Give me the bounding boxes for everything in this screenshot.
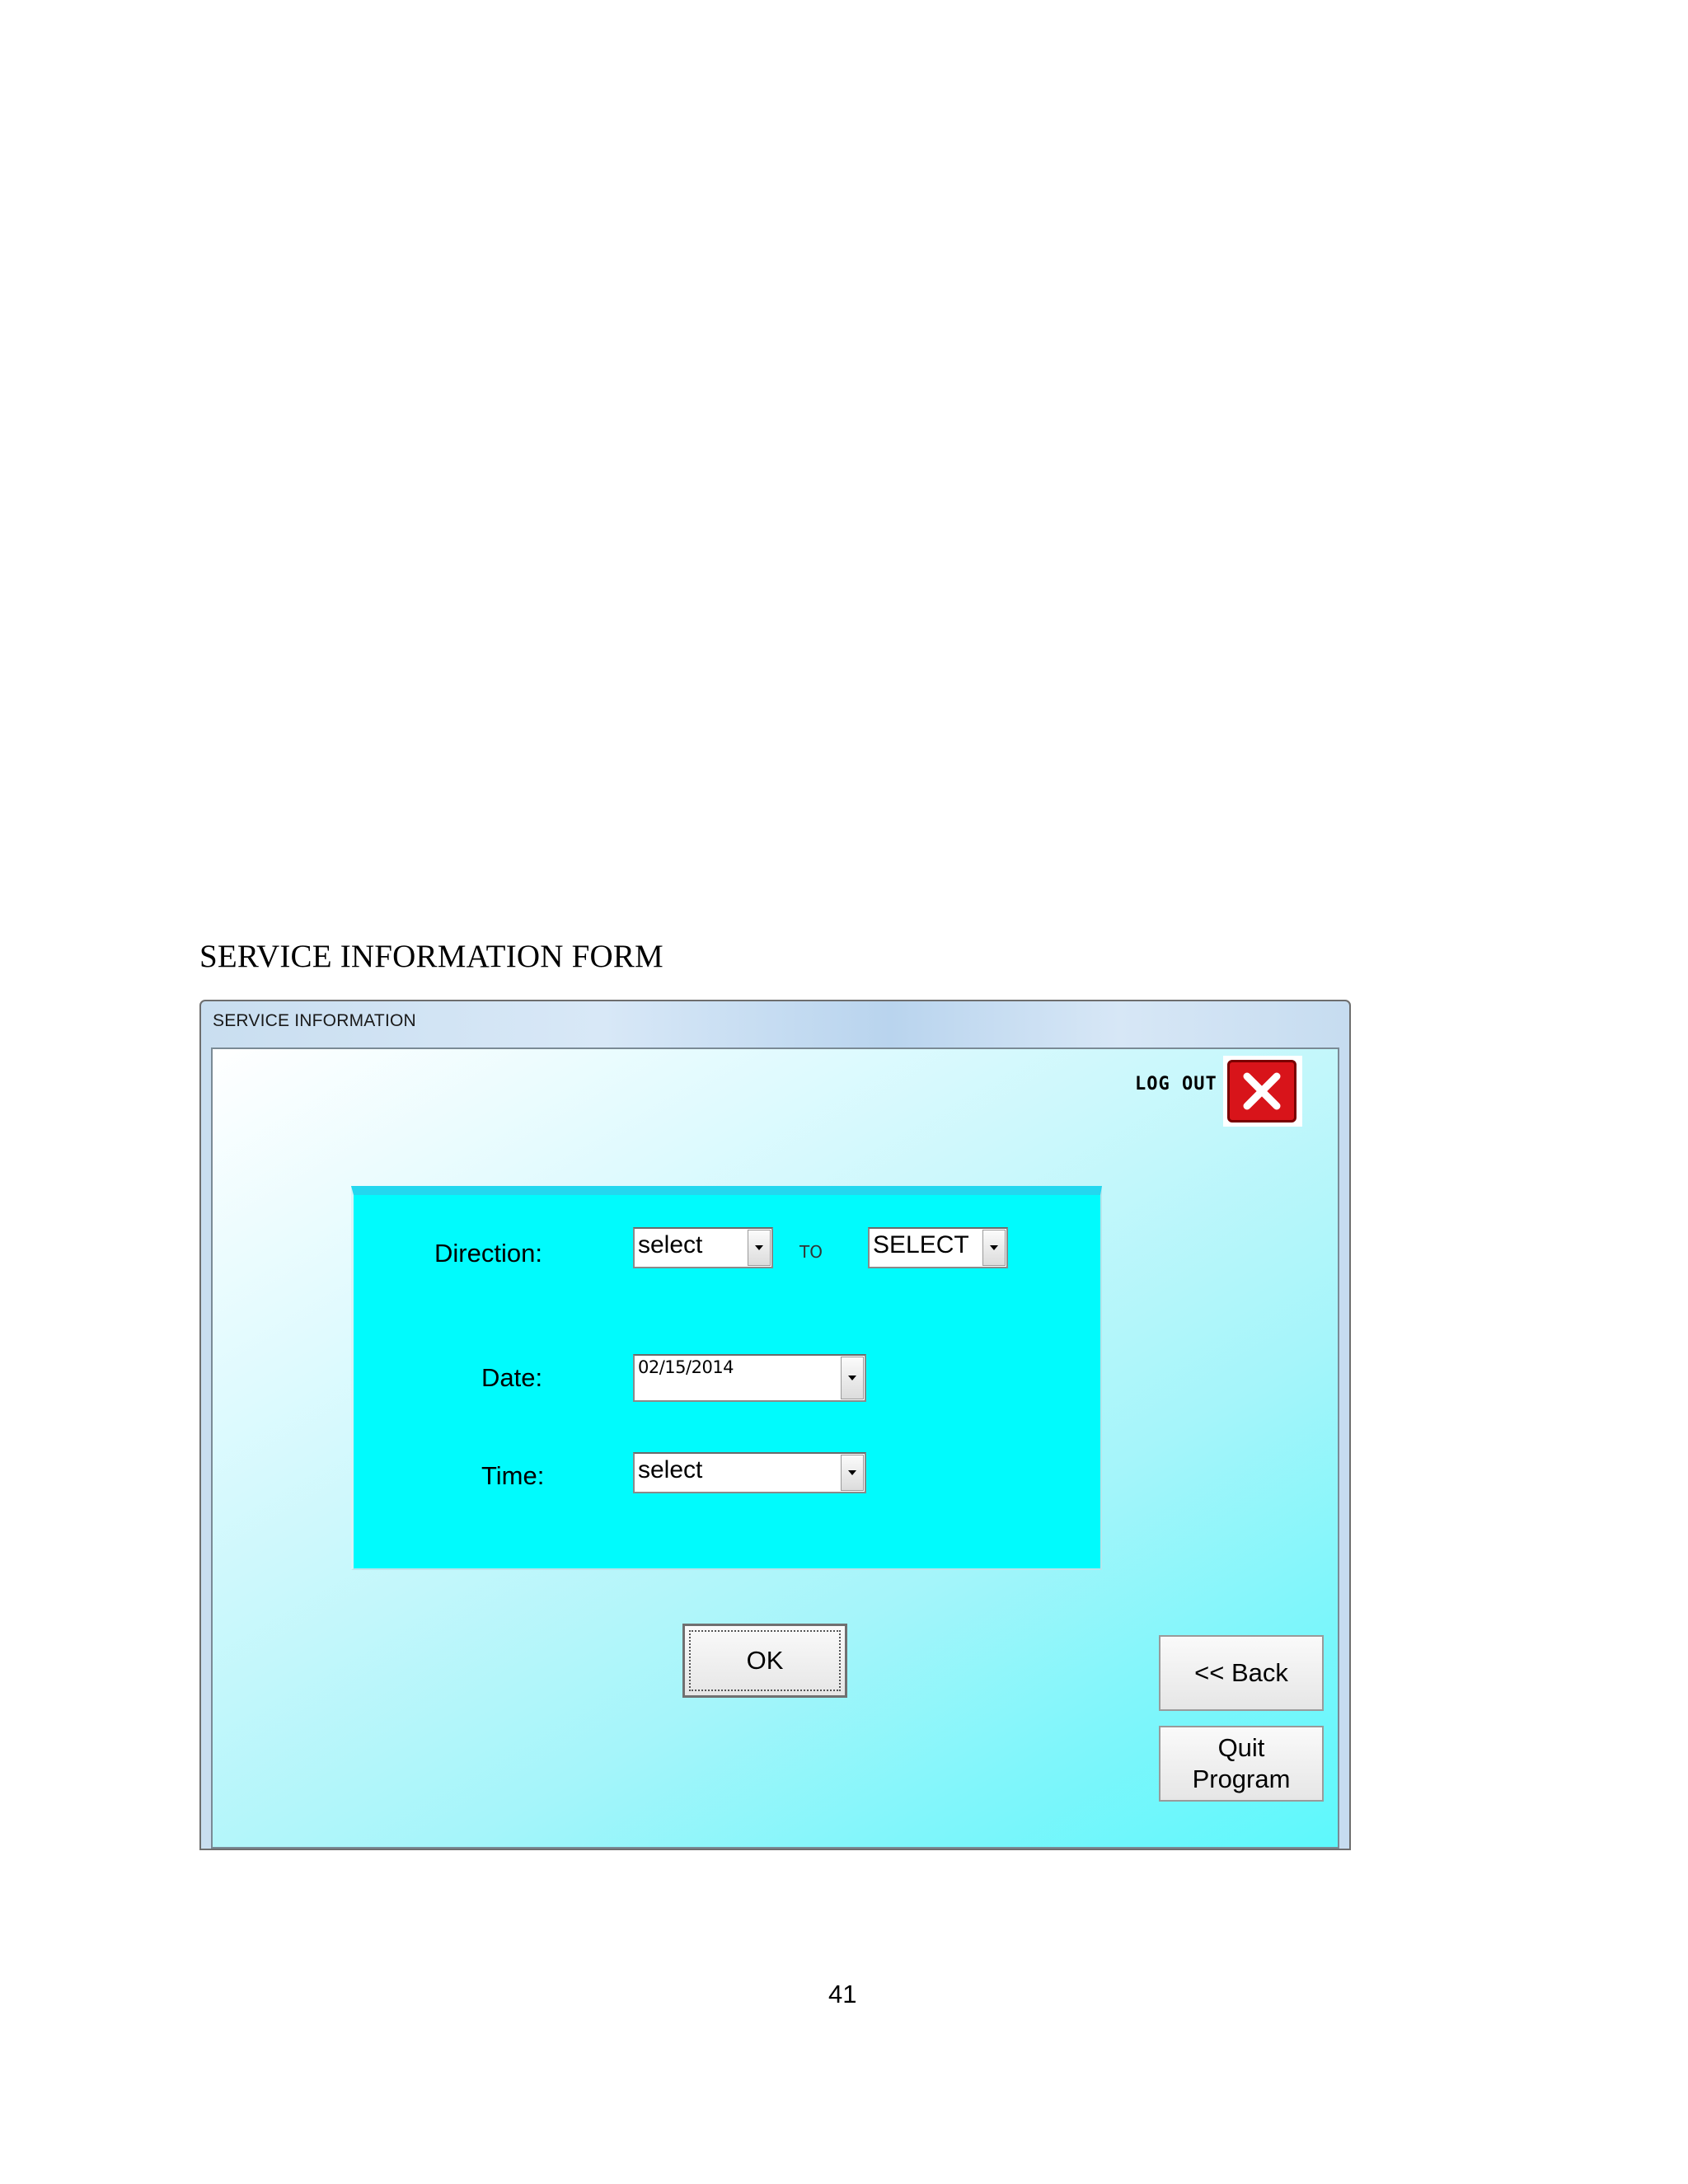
- window-client-area: LOG OUT Direction: select TO SELECT Date…: [211, 1047, 1339, 1849]
- back-button-label: << Back: [1194, 1658, 1288, 1687]
- time-value: select: [638, 1456, 703, 1483]
- close-x-icon: [1227, 1060, 1296, 1122]
- direction-label: Direction:: [434, 1239, 542, 1268]
- time-select[interactable]: select: [633, 1452, 866, 1493]
- direction-from-select[interactable]: select: [633, 1227, 773, 1268]
- document-caption: SERVICE INFORMATION FORM: [199, 939, 663, 974]
- direction-from-value: select: [638, 1231, 703, 1258]
- date-picker[interactable]: 02/15/2014: [633, 1354, 866, 1402]
- back-button[interactable]: << Back: [1159, 1635, 1324, 1711]
- time-label: Time:: [481, 1461, 545, 1490]
- date-value: 02/15/2014: [638, 1357, 734, 1377]
- service-form-panel: Direction: select TO SELECT Date: 02/15/…: [351, 1186, 1102, 1570]
- chevron-down-icon[interactable]: [748, 1230, 771, 1266]
- focus-rectangle: [689, 1630, 841, 1691]
- quit-button-label-line1: Quit: [1217, 1733, 1265, 1762]
- chevron-down-icon[interactable]: [841, 1357, 864, 1399]
- chevron-down-icon[interactable]: [841, 1455, 864, 1491]
- logout-button[interactable]: [1223, 1056, 1302, 1127]
- quit-button-label-line2: Program: [1192, 1765, 1291, 1793]
- direction-to-select[interactable]: SELECT: [868, 1227, 1008, 1268]
- date-label: Date:: [481, 1363, 543, 1392]
- direction-to-value: SELECT: [873, 1231, 969, 1258]
- direction-to-label: TO: [799, 1242, 823, 1262]
- service-information-window: SERVICE INFORMATION LOG OUT Direction: s…: [199, 1000, 1351, 1850]
- window-title: SERVICE INFORMATION: [213, 1011, 416, 1030]
- page-number: 41: [828, 1980, 857, 2008]
- ok-button[interactable]: OK: [682, 1624, 847, 1698]
- quit-program-button[interactable]: Quit Program: [1159, 1726, 1324, 1802]
- chevron-down-icon[interactable]: [982, 1230, 1006, 1266]
- logout-label: LOG OUT: [1135, 1074, 1217, 1094]
